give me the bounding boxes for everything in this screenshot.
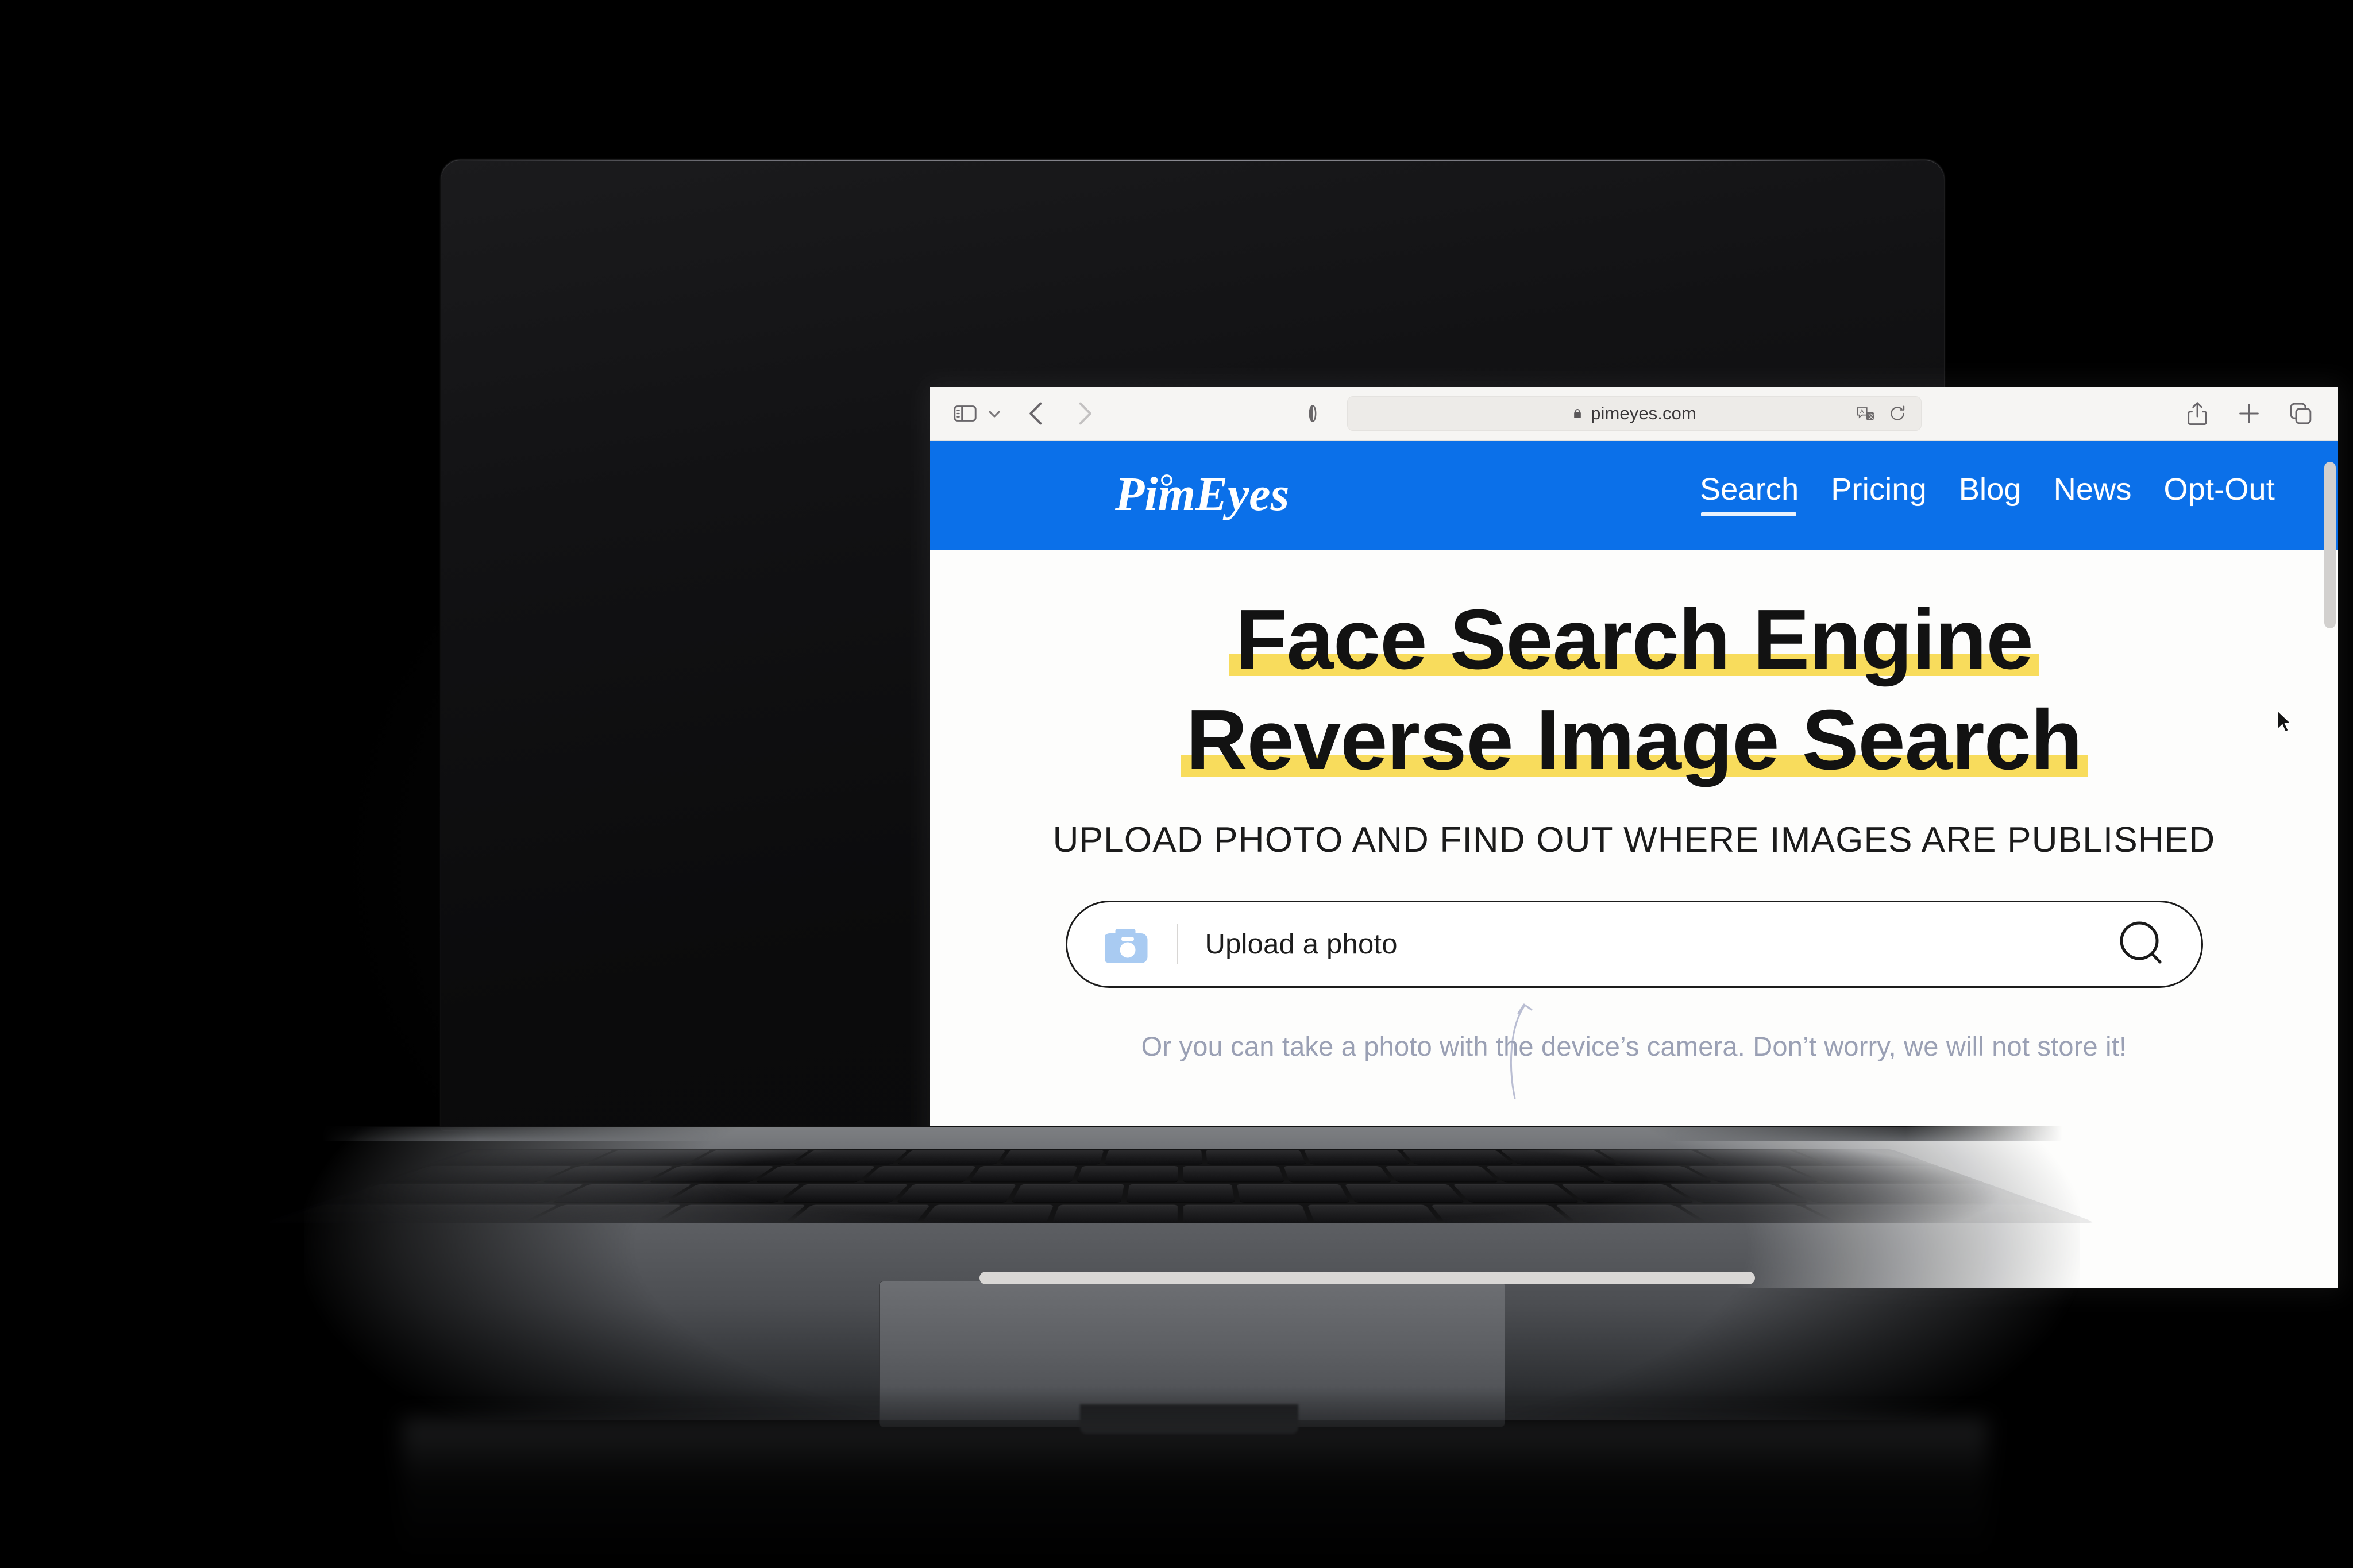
toolbar-right-group xyxy=(2184,400,2314,427)
address-bar-url: pimeyes.com xyxy=(1591,403,1696,423)
search-bar-divider xyxy=(1176,924,1178,965)
camera-icon xyxy=(1103,925,1150,964)
reload-icon[interactable] xyxy=(1888,404,1907,423)
upload-placeholder: Upload a photo xyxy=(1205,929,1398,960)
nav-item-search[interactable]: Search xyxy=(1700,474,1799,516)
address-bar-actions: A 文 xyxy=(1856,404,1907,423)
new-tab-icon[interactable] xyxy=(2236,400,2262,427)
logo-wordmark: PimEyes xyxy=(1114,468,1289,521)
laptop-lid: MacBook Air xyxy=(441,160,2338,1288)
chevron-down-icon[interactable] xyxy=(983,402,1006,425)
nav-item-opt-out[interactable]: Opt-Out xyxy=(2164,474,2275,516)
laptop-keyboard xyxy=(189,1149,2172,1287)
photo-backdrop: MacBook Air xyxy=(0,0,2353,1568)
hint-text: Or you can take a photo with the device’… xyxy=(1141,1031,2127,1062)
browser-toolbar: pimeyes.com A 文 xyxy=(930,387,2338,441)
keyboard-keys xyxy=(189,1149,2172,1253)
tab-overview-icon[interactable] xyxy=(2288,400,2314,427)
site-header: PimEyes PimEyes Search Pricing Blog News… xyxy=(930,441,2338,550)
keyboard-row xyxy=(385,1166,1976,1182)
forward-button[interactable] xyxy=(1068,399,1100,428)
keyboard-row xyxy=(264,1204,2097,1226)
desk-reflection xyxy=(402,1419,1988,1562)
nav-item-blog[interactable]: Blog xyxy=(1959,474,2022,516)
toolbar-left-group xyxy=(952,399,1100,428)
keyboard-row xyxy=(434,1150,1927,1164)
headline: Face Search Engine Reverse Image Search xyxy=(930,550,2338,783)
headline-line-1-text: Face Search Engine xyxy=(1235,592,2034,687)
search-icon[interactable] xyxy=(2115,917,2170,972)
headline-line-1: Face Search Engine xyxy=(1229,597,2039,682)
sidebar-icon[interactable] xyxy=(952,400,978,427)
horizontal-scrollbar[interactable] xyxy=(979,1272,1755,1284)
hero-subtitle: UPLOAD PHOTO AND FIND OUT WHERE IMAGES A… xyxy=(1052,820,2216,860)
lock-icon xyxy=(1572,406,1583,421)
headline-line-2-text: Reverse Image Search xyxy=(1186,693,2083,788)
upload-search-bar[interactable]: Upload a photo xyxy=(1065,901,2203,988)
nav-item-pricing[interactable]: Pricing xyxy=(1831,474,1926,516)
address-bar[interactable]: pimeyes.com A 文 xyxy=(1347,396,1922,431)
keyboard-row xyxy=(189,1229,2172,1253)
back-button[interactable] xyxy=(1021,399,1053,428)
pimeyes-logo[interactable]: PimEyes PimEyes xyxy=(1114,468,1355,523)
svg-text:文: 文 xyxy=(1868,412,1874,420)
translate-icon[interactable]: A 文 xyxy=(1856,404,1876,423)
headline-line-2: Reverse Image Search xyxy=(1180,698,2088,783)
vertical-scrollbar[interactable] xyxy=(2324,462,2336,628)
keyboard-row xyxy=(329,1184,2032,1202)
hint-row: Or you can take a photo with the device’… xyxy=(930,1003,2338,1099)
reader-view-icon[interactable] xyxy=(1301,401,1324,426)
share-icon[interactable] xyxy=(2184,400,2211,427)
svg-text:A: A xyxy=(1860,408,1864,414)
nav-item-news[interactable]: News xyxy=(2054,474,2132,516)
site-nav: Search Pricing Blog News Opt-Out xyxy=(1700,474,2275,516)
